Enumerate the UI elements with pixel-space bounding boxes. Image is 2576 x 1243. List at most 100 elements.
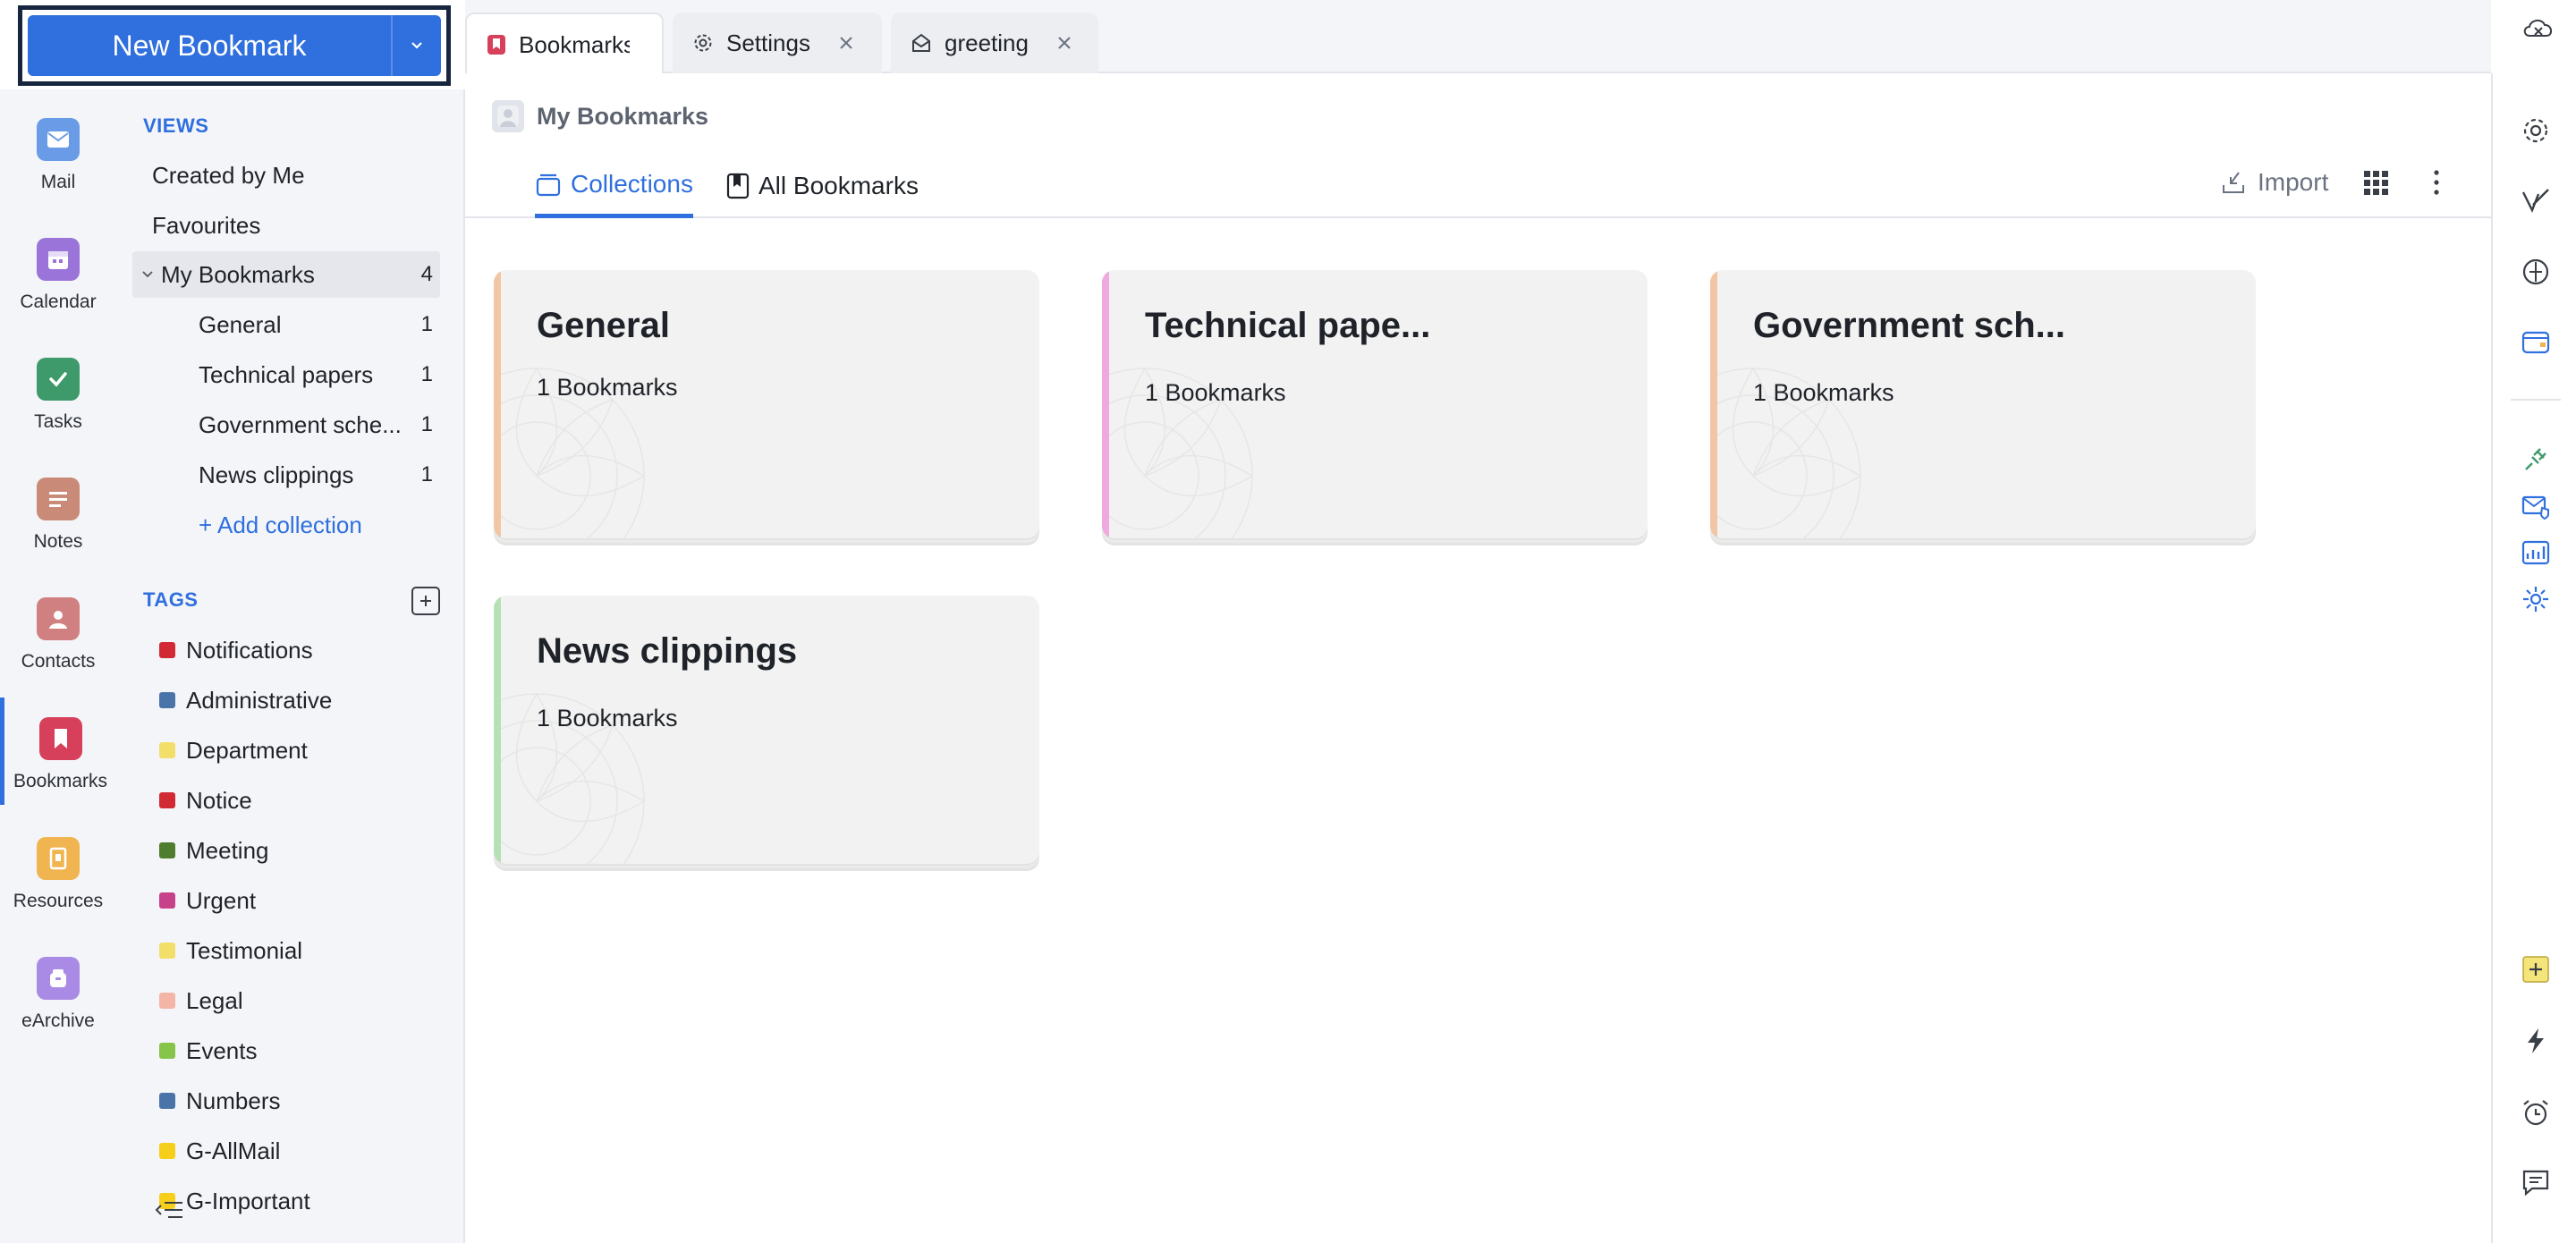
chat-icon[interactable] xyxy=(2520,1166,2552,1198)
rail-label: Calendar xyxy=(20,292,97,312)
view-count: 4 xyxy=(420,262,433,286)
view-label: Favourites xyxy=(152,211,261,239)
apps-grid-icon[interactable] xyxy=(2363,170,2390,197)
chevron-down-icon xyxy=(411,42,422,49)
tag-item-notifications[interactable]: Notifications xyxy=(159,630,313,671)
close-icon[interactable] xyxy=(837,34,855,52)
tag-item-administrative[interactable]: Administrative xyxy=(159,680,332,721)
collection-card[interactable]: General 1 Bookmarks xyxy=(494,270,1039,538)
card-accent-stripe xyxy=(494,270,501,538)
gear-icon xyxy=(692,32,714,54)
add-collection-label: + Add collection xyxy=(199,511,362,538)
collection-item-general[interactable]: General 1 xyxy=(132,301,440,348)
page-title: My Bookmarks xyxy=(537,102,709,130)
card-bookmark-count: 1 Bookmarks xyxy=(537,705,678,731)
utility-rail xyxy=(2491,73,2576,1243)
rail-item-tasks[interactable]: Tasks xyxy=(0,338,116,445)
collection-count: 1 xyxy=(420,412,433,436)
tag-color-swatch xyxy=(159,943,175,959)
collection-label: General xyxy=(199,310,282,338)
alarm-clock-icon[interactable] xyxy=(2520,1096,2552,1129)
add-note-icon[interactable] xyxy=(2520,953,2552,985)
collection-card[interactable]: Government sch... 1 Bookmarks xyxy=(1710,270,2256,538)
import-button[interactable]: Import xyxy=(2220,154,2328,211)
view-label: Created by Me xyxy=(152,161,305,189)
tab-bookmarks[interactable]: Bookmarks xyxy=(465,13,664,75)
rail-item-notes[interactable]: Notes xyxy=(0,458,116,565)
collapse-sidebar-icon[interactable] xyxy=(154,1198,184,1222)
collection-item-news-clippings[interactable]: News clippings 1 xyxy=(132,452,440,498)
cloud-sync-icon[interactable] xyxy=(2521,13,2556,43)
integrations-icon[interactable] xyxy=(2520,583,2552,615)
tab-all-bookmarks[interactable]: All Bookmarks xyxy=(726,154,919,218)
tag-item-notice[interactable]: Notice xyxy=(159,780,252,821)
rail-label: Notes xyxy=(33,531,83,552)
tag-label: Numbers xyxy=(186,1087,281,1114)
view-favourites[interactable]: Favourites xyxy=(132,202,440,249)
tab-collections[interactable]: Collections xyxy=(535,154,693,218)
view-created-by-me[interactable]: Created by Me xyxy=(132,152,440,199)
collection-item-government-schemes[interactable]: Government sche... 1 xyxy=(132,402,440,448)
tag-color-swatch xyxy=(159,993,175,1009)
analytics-icon[interactable] xyxy=(2520,537,2552,569)
compass-icon[interactable] xyxy=(2520,256,2552,288)
tab-label: greeting xyxy=(945,29,1029,56)
tag-color-swatch xyxy=(159,1043,175,1059)
close-icon[interactable] xyxy=(1055,34,1073,52)
tag-color-swatch xyxy=(159,792,175,808)
chevron-down-icon[interactable] xyxy=(140,266,156,283)
tag-item-events[interactable]: Events xyxy=(159,1030,258,1071)
tag-label: Meeting xyxy=(186,836,269,864)
tag-item-department[interactable]: Department xyxy=(159,730,308,771)
tab-label: Collections xyxy=(571,169,693,198)
tag-item-testimonial[interactable]: Testimonial xyxy=(159,930,302,971)
tag-item-meeting[interactable]: Meeting xyxy=(159,830,269,871)
tag-label: G-AllMail xyxy=(186,1137,281,1164)
rail-label: Bookmarks xyxy=(13,771,108,791)
view-tabs: Collections All Bookmarks Import xyxy=(465,154,2491,218)
tag-item-numbers[interactable]: Numbers xyxy=(159,1080,280,1121)
tab-greeting[interactable]: greeting xyxy=(891,13,1098,73)
settings-gear-icon[interactable] xyxy=(2520,114,2552,147)
collection-count: 1 xyxy=(420,462,433,486)
lightning-icon[interactable] xyxy=(2520,1025,2552,1057)
collection-count: 1 xyxy=(420,312,433,336)
rail-item-calendar[interactable]: Calendar xyxy=(0,218,116,326)
new-bookmark-button[interactable]: New Bookmark xyxy=(28,15,391,76)
bookmarks-icon xyxy=(487,34,506,55)
folder-panel: VIEWS Created by Me Favourites My Bookma… xyxy=(116,89,465,1243)
secure-mail-icon[interactable] xyxy=(2520,490,2552,522)
plug-icon[interactable] xyxy=(2520,444,2552,476)
rail-item-bookmarks[interactable]: Bookmarks xyxy=(0,698,116,805)
tab-settings[interactable]: Settings xyxy=(673,13,882,73)
collection-card[interactable]: News clippings 1 Bookmarks xyxy=(494,596,1039,864)
tag-item-urgent[interactable]: Urgent xyxy=(159,880,256,921)
new-bookmark-dropdown[interactable] xyxy=(391,15,441,76)
wallet-icon[interactable] xyxy=(2520,326,2552,358)
more-vertical-icon[interactable] xyxy=(2431,168,2442,197)
earchive-icon xyxy=(37,957,80,1000)
tag-item-g-allmail[interactable]: G-AllMail xyxy=(159,1130,280,1171)
card-accent-stripe xyxy=(1710,270,1717,538)
collection-card[interactable]: Technical pape... 1 Bookmarks xyxy=(1102,270,1648,538)
rail-item-earchive[interactable]: eArchive xyxy=(0,937,116,1044)
tag-color-swatch xyxy=(159,642,175,658)
add-tag-button[interactable] xyxy=(411,587,440,615)
rail-item-mail[interactable]: Mail xyxy=(0,98,116,206)
new-bookmark-button-group: New Bookmark xyxy=(28,15,441,76)
view-my-bookmarks[interactable]: My Bookmarks 4 xyxy=(132,251,440,298)
import-label: Import xyxy=(2258,168,2329,196)
tag-item-legal[interactable]: Legal xyxy=(159,980,243,1021)
rail-label: eArchive xyxy=(21,1010,95,1031)
main-content: My Bookmarks Collections All Bookmarks I… xyxy=(465,73,2491,1243)
new-bookmark-focus-frame: New Bookmark xyxy=(18,5,451,86)
rail-item-contacts[interactable]: Contacts xyxy=(0,578,116,685)
collection-item-technical-papers[interactable]: Technical papers 1 xyxy=(132,351,440,398)
contacts-icon xyxy=(37,597,80,640)
signature-icon[interactable] xyxy=(2520,184,2552,216)
add-collection-link[interactable]: + Add collection xyxy=(132,502,440,548)
tag-color-swatch xyxy=(159,1143,175,1159)
rail-item-resources[interactable]: Resources xyxy=(0,817,116,925)
import-icon xyxy=(2220,169,2247,196)
tag-label: Notifications xyxy=(186,636,313,664)
